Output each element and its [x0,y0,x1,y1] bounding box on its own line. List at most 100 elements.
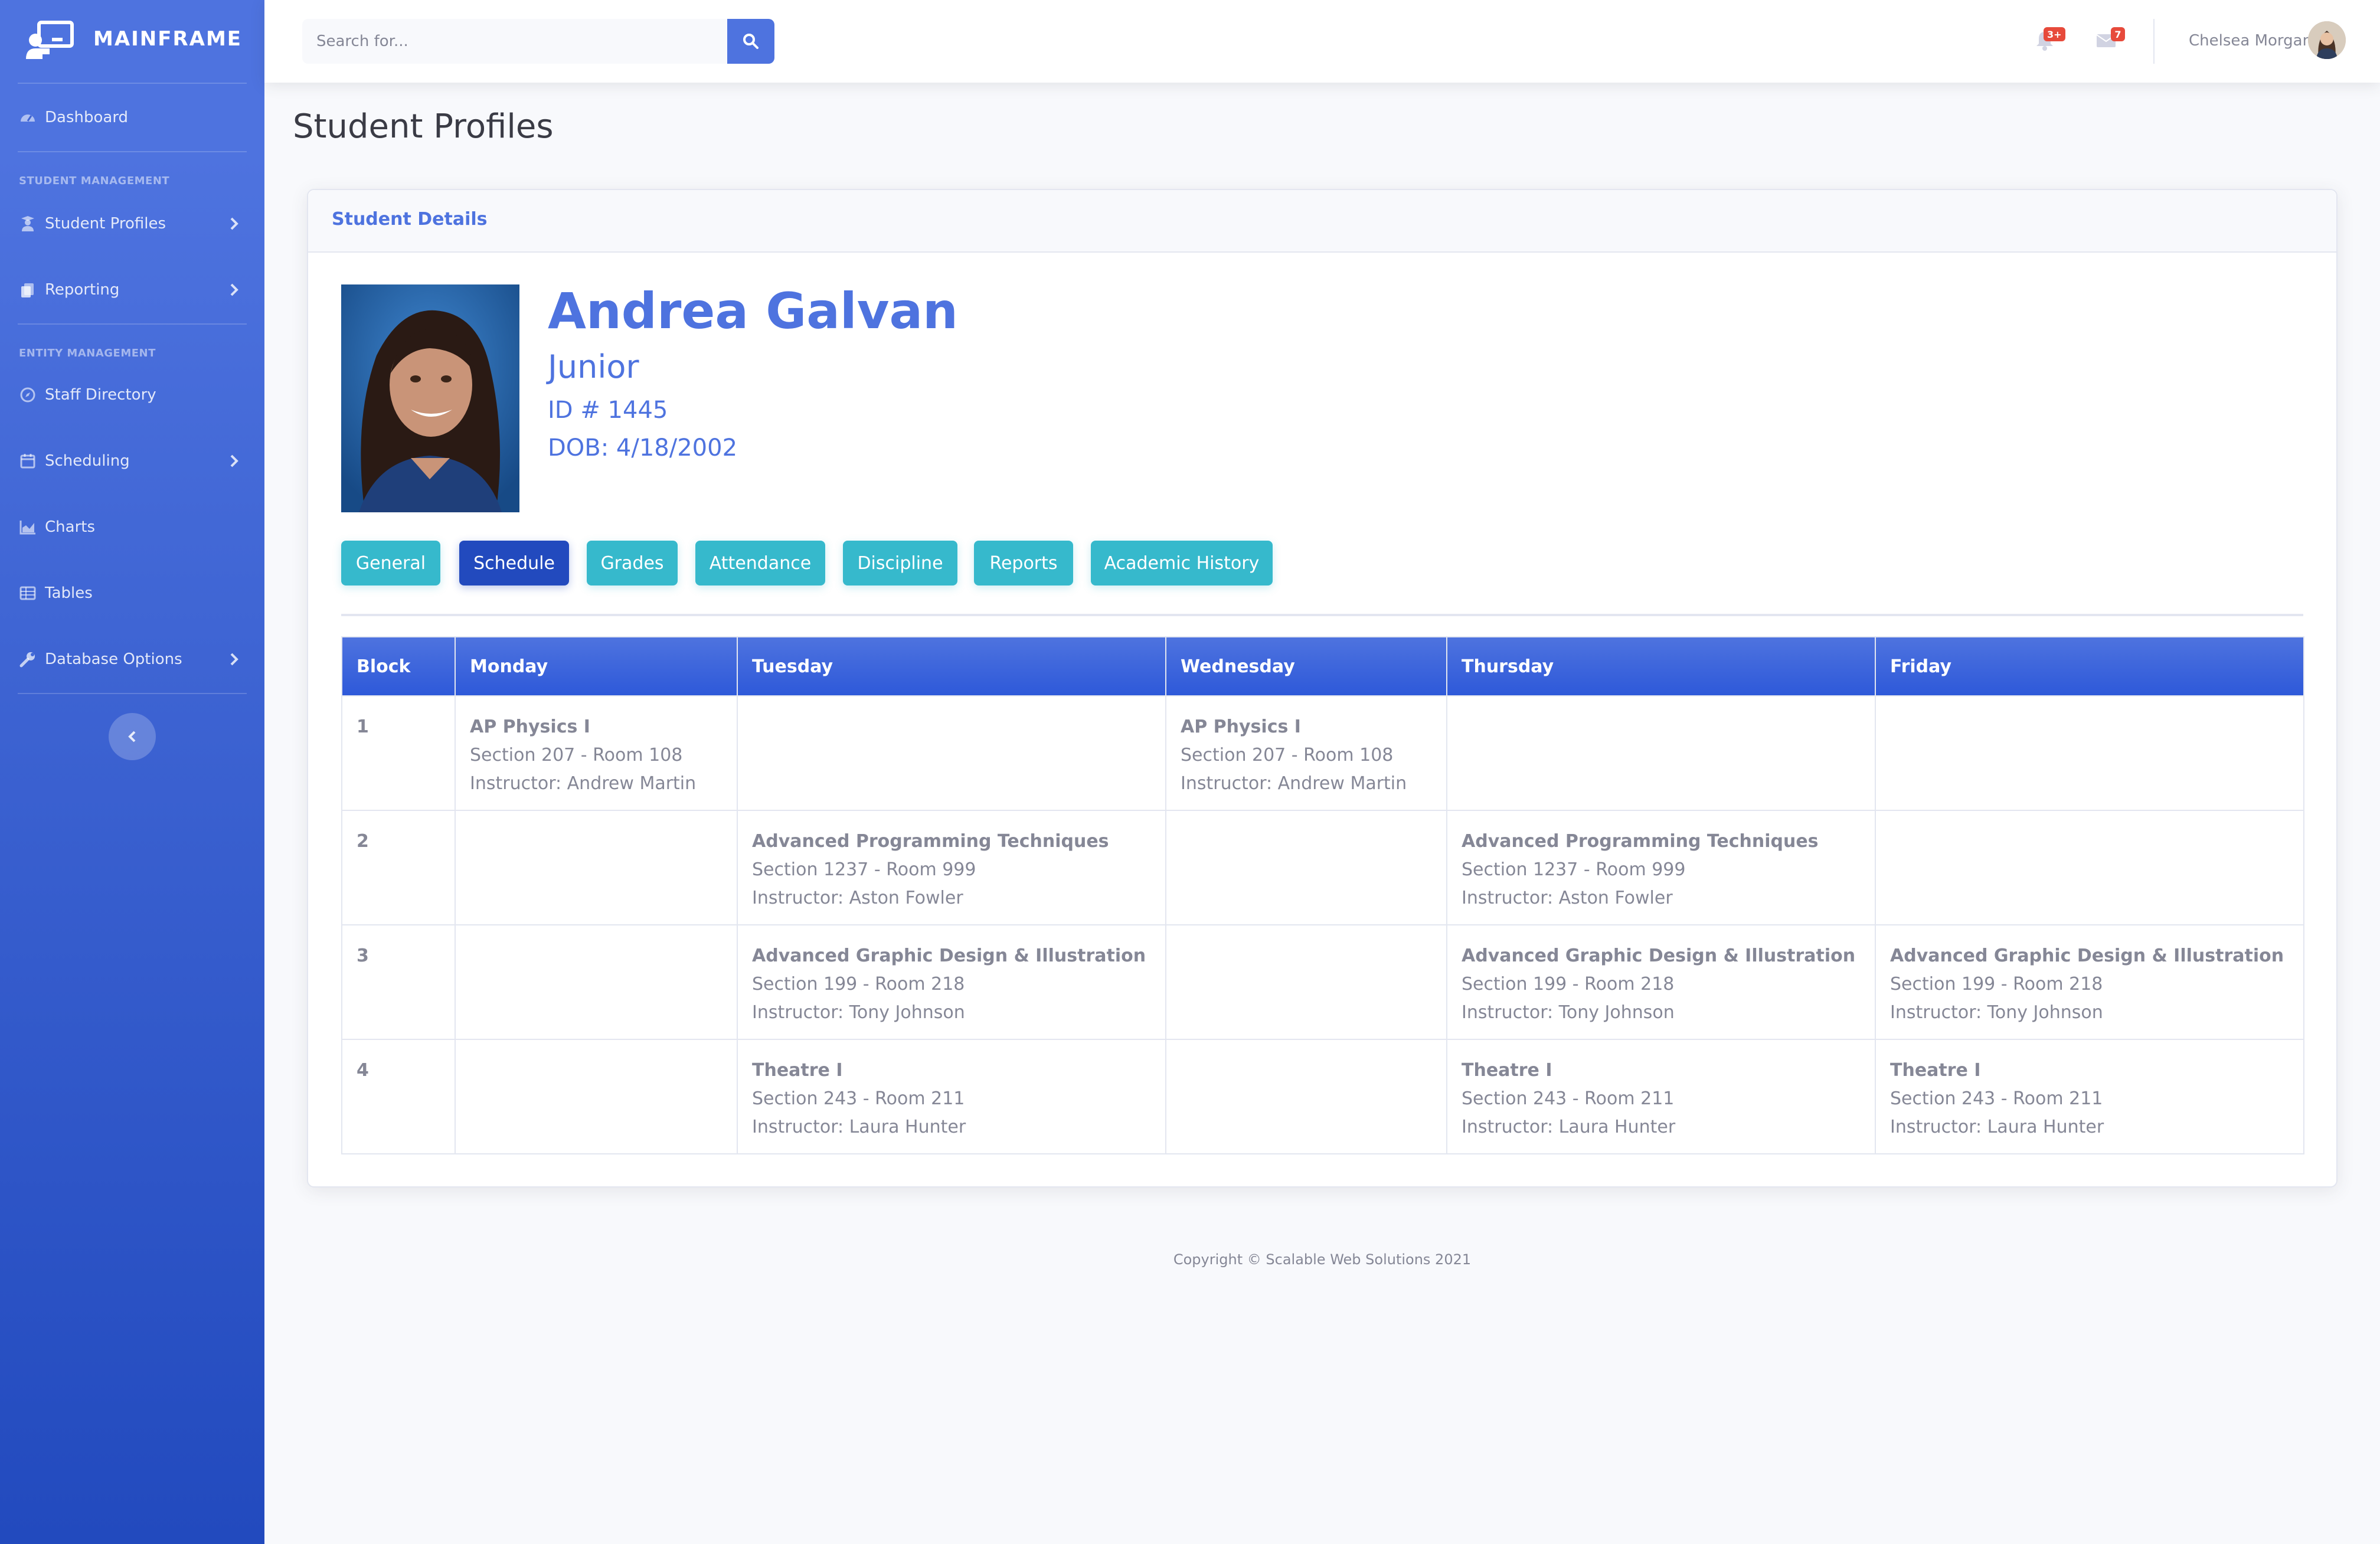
search-input[interactable] [302,19,727,64]
sidebar-item-scheduling[interactable]: Scheduling [0,440,264,482]
chevron-right-icon [230,217,238,230]
chevron-right-icon [230,653,238,666]
sidebar-divider [18,151,247,152]
column-header-wednesday: Wednesday [1165,636,1447,696]
course-section: Section 207 - Room 108 [470,745,683,766]
schedule-cell-tuesday: Theatre I Section 243 - Room 211 Instructo… [737,1039,1166,1154]
course-name: Advanced Graphic Design & Illustration [752,946,1146,966]
sidebar-brand[interactable]: MAINFRAME [0,0,264,83]
course-section: Section 199 - Room 218 [752,974,965,995]
tab-reports[interactable]: Reports [974,541,1073,585]
topbar-divider [2153,19,2155,64]
schedule-cell-tuesday [737,695,1166,811]
table-row: 2 Advanced Programming Techniques Section … [341,810,2304,925]
page-title: Student Profiles [293,107,554,146]
brand-name: MAINFRAME [93,27,243,51]
sidebar-item-dashboard[interactable]: Dashboard [0,97,264,138]
course-section: Section 1237 - Room 999 [1462,859,1686,880]
schedule-table: Block Monday Tuesday Wednesday Thursday … [341,636,2304,1154]
sidebar-item-label: Reporting [45,281,120,299]
student-id: ID # 1445 [548,397,668,424]
course-name: Advanced Graphic Design & Illustration [1462,946,1856,966]
calendar-icon [20,454,35,469]
alerts-badge: 3+ [2044,27,2065,41]
tachometer-icon [21,115,35,122]
schedule-cell-monday [455,924,738,1040]
messages-badge: 7 [2111,27,2125,41]
column-header-tuesday: Tuesday [737,636,1166,696]
course-section: Section 207 - Room 108 [1181,745,1394,766]
schedule-cell-wednesday [1165,924,1447,1040]
sidebar-item-tables[interactable]: Tables [0,573,264,614]
schedule-cell-friday: Theatre I Section 243 - Room 211 Instructo… [1875,1039,2304,1154]
table-row: 1 AP Physics I Section 207 - Room 108 Instr… [341,695,2304,811]
sidebar-divider [18,323,247,325]
chevron-left-icon [128,731,136,742]
copy-icon [21,283,34,297]
sidebar-toggle-button[interactable] [109,713,156,760]
avatar[interactable] [2308,21,2346,59]
tab-grades[interactable]: Grades [587,541,678,585]
sidebar-item-staff-directory[interactable]: Staff Directory [0,374,264,416]
chevron-right-icon [230,283,238,296]
schedule-cell-monday [455,1039,738,1154]
student-photo [341,284,519,512]
course-instructor: Instructor: Tony Johnson [1462,1002,1675,1023]
student-dob: DOB: 4/18/2002 [548,434,738,462]
teacher-board-icon [26,21,74,59]
schedule-cell-thursday: Theatre I Section 243 - Room 211 Instructo… [1446,1039,1876,1154]
search-icon [743,34,759,49]
block-number-cell: 3 [341,924,456,1040]
sidebar-item-label: Dashboard [45,109,129,126]
course-name: Advanced Programming Techniques [1462,831,1819,852]
chart-area-icon [19,521,35,535]
user-name[interactable]: Chelsea Morgan [2189,32,2312,50]
schedule-cell-tuesday: Advanced Graphic Design & Illustration Se… [737,924,1166,1040]
block-number-cell: 1 [341,695,456,811]
course-section: Section 1237 - Room 999 [752,859,976,880]
sidebar-item-charts[interactable]: Charts [0,506,264,548]
schedule-cell-wednesday [1165,1039,1447,1154]
course-instructor: Instructor: Aston Fowler [752,888,963,908]
sidebar-item-student-profiles[interactable]: Student Profiles [0,203,264,244]
sidebar-item-label: Student Profiles [45,215,166,233]
tab-schedule[interactable]: Schedule [459,541,569,585]
course-instructor: Instructor: Laura Hunter [1462,1117,1676,1137]
student-details-card: Student Details Andrea Galvan Junior ID … [307,189,2338,1188]
course-instructor: Instructor: Laura Hunter [1890,1117,2104,1137]
schedule-cell-thursday [1446,695,1876,811]
course-instructor: Instructor: Andrew Martin [1181,773,1407,794]
schedule-cell-friday [1875,695,2304,811]
sidebar-item-label: Scheduling [45,452,130,470]
wrench-icon [19,652,35,668]
sidebar: MAINFRAME Dashboard STUDENT MANAGEMENT S… [0,0,264,1544]
sidebar-item-database-options[interactable]: Database Options [0,639,264,680]
table-row: 3 Advanced Graphic Design & Illustration S… [341,924,2304,1040]
course-name: Theatre I [1462,1060,1552,1081]
course-name: Advanced Graphic Design & Illustration [1890,946,2284,966]
user-graduate-icon [21,216,34,231]
schedule-cell-friday [1875,810,2304,925]
course-section: Section 243 - Room 211 [1890,1088,2103,1109]
table-row: 4 Theatre I Section 243 - Room 211 Instruct… [341,1039,2304,1154]
tab-general[interactable]: General [341,541,440,585]
course-section: Section 243 - Room 211 [1462,1088,1675,1109]
schedule-cell-wednesday: AP Physics I Section 207 - Room 108 Instru… [1165,695,1447,811]
course-name: Advanced Programming Techniques [752,831,1109,852]
section-divider [341,614,2303,616]
table-icon [19,586,36,600]
tab-academic-history[interactable]: Academic History [1091,541,1273,585]
course-section: Section 199 - Room 218 [1890,974,2103,995]
sidebar-item-label: Staff Directory [45,386,156,404]
course-section: Section 243 - Room 211 [752,1088,965,1109]
search-button[interactable] [727,19,774,64]
tab-attendance[interactable]: Attendance [695,541,825,585]
schedule-cell-thursday: Advanced Programming Techniques Section 1… [1446,810,1876,925]
table-header-row: Block Monday Tuesday Wednesday Thursday … [341,636,2304,696]
block-number-cell: 4 [341,1039,456,1154]
course-section: Section 199 - Room 218 [1462,974,1675,995]
tab-discipline[interactable]: Discipline [843,541,957,585]
student-grade: Junior [548,348,639,385]
schedule-cell-monday: AP Physics I Section 207 - Room 108 Instru… [455,695,738,811]
sidebar-item-reporting[interactable]: Reporting [0,269,264,310]
